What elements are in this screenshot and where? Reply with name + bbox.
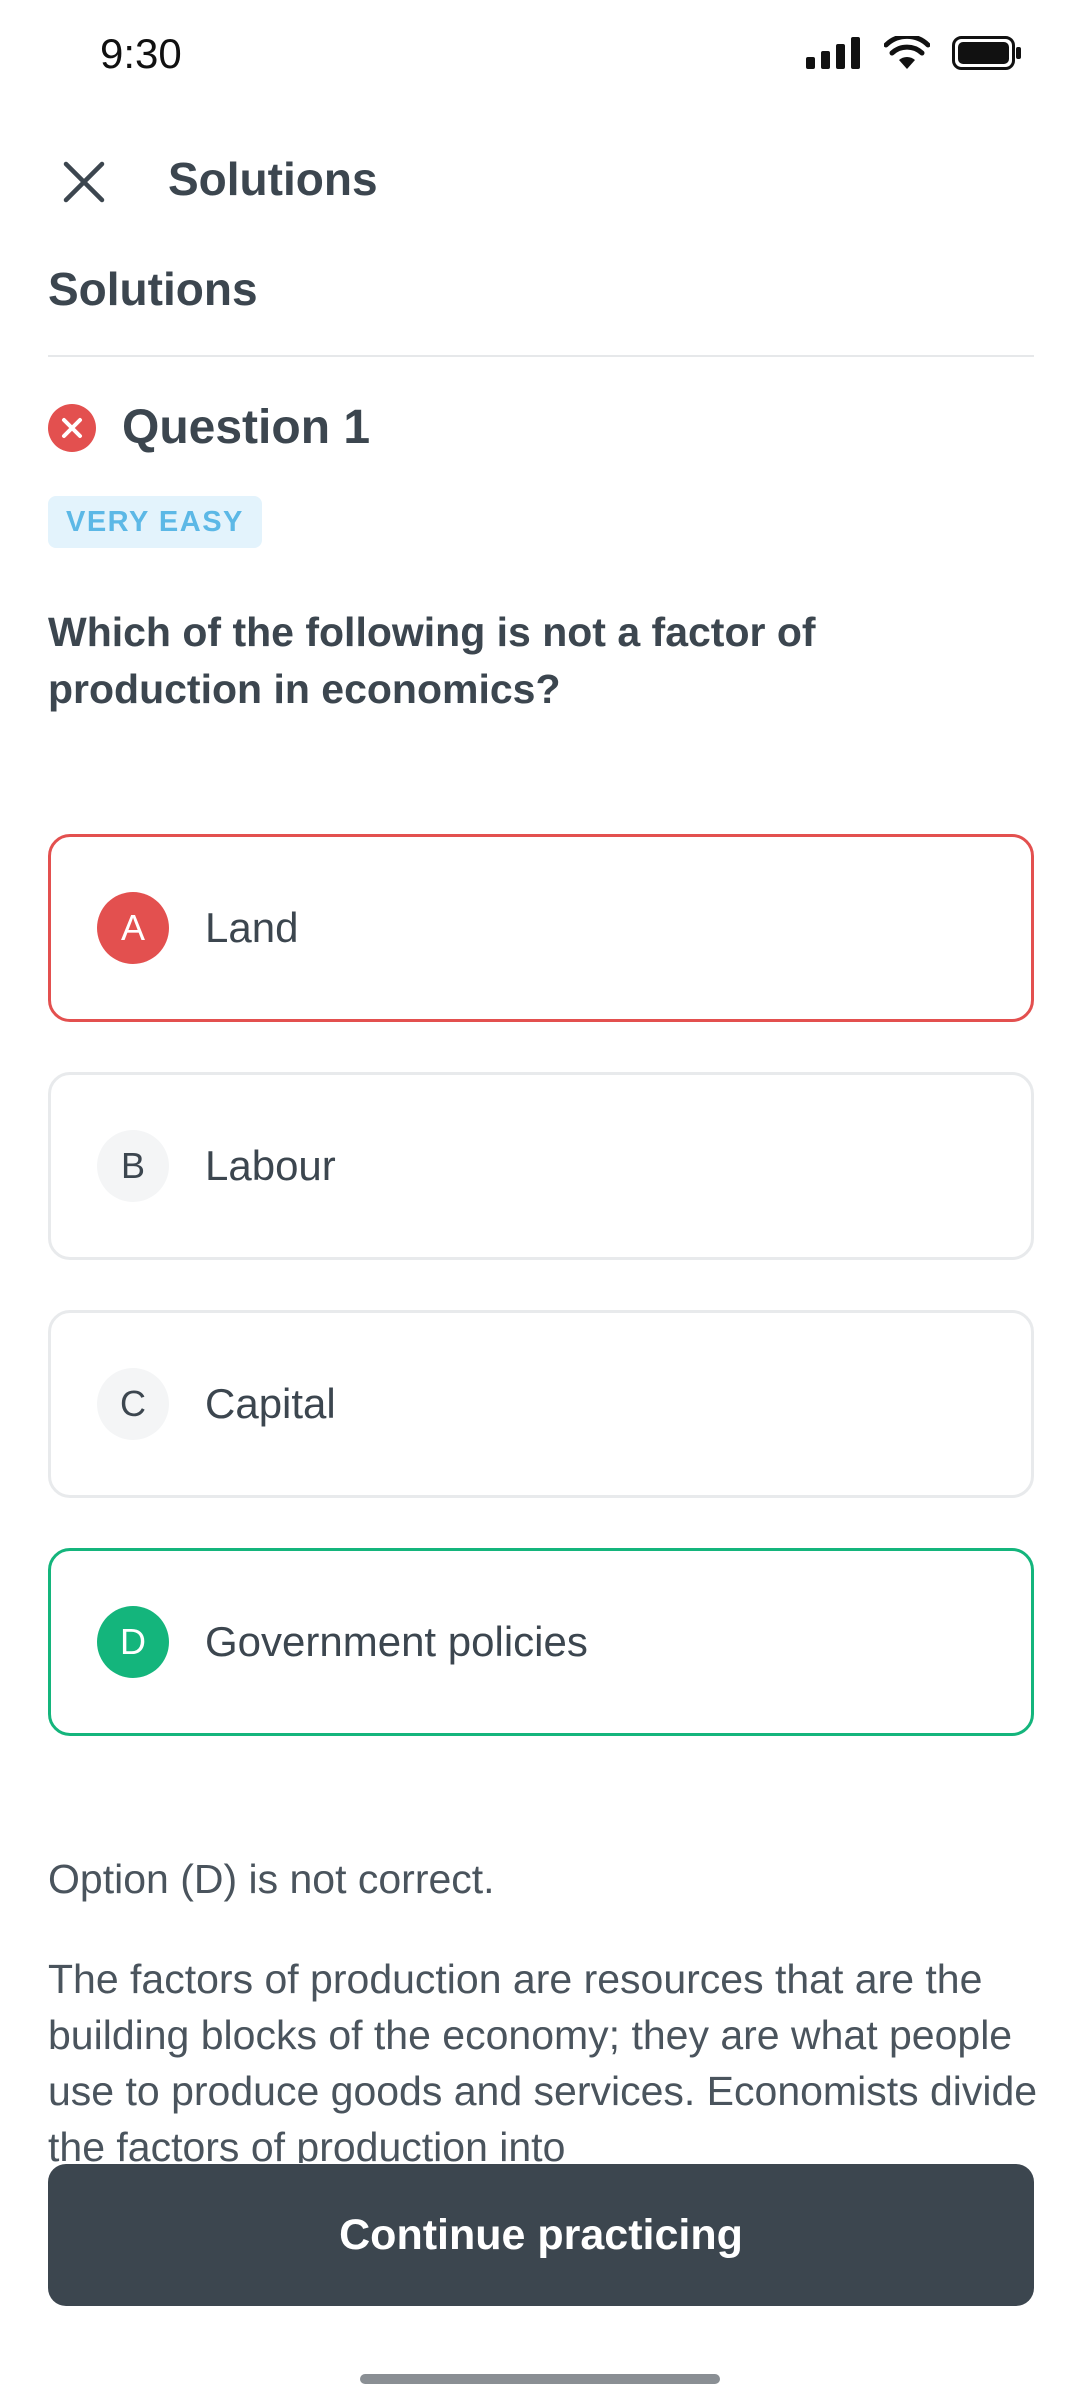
section-title: Solutions [48,263,258,315]
difficulty-badge: VERY EASY [48,496,262,548]
app-header: Solutions [0,140,1080,220]
header-title: Solutions [168,153,378,205]
home-indicator[interactable] [360,2374,720,2384]
divider [48,355,1034,357]
option-label: Land [205,904,299,951]
option-d[interactable]: D Government policies [48,1548,1034,1736]
option-b[interactable]: B Labour [48,1072,1034,1260]
option-label: Labour [205,1142,336,1189]
status-time: 9:30 [100,30,182,77]
close-button[interactable] [48,148,120,220]
signal-icon [806,37,862,74]
question-header: Question 1 [48,400,370,455]
option-letter: B [97,1130,169,1202]
close-icon [62,160,106,209]
battery-icon [952,36,1022,75]
explanation-verdict: Option (D) is not correct. [48,1856,495,1902]
question-number: Question 1 [122,401,371,454]
option-label: Government policies [205,1618,588,1665]
option-letter: A [97,892,169,964]
explanation-body: The factors of production are resources … [48,1956,1038,2163]
continue-practicing-button[interactable]: Continue practicing [48,2164,1034,2306]
option-letter: C [97,1368,169,1440]
option-letter: D [97,1606,169,1678]
status-icons [806,33,1022,75]
question-text: Which of the following is not a factor o… [48,609,816,712]
status-bar: 9:30 [0,0,1080,110]
option-a[interactable]: A Land [48,834,1034,1022]
wifi-icon [883,33,931,75]
option-c[interactable]: C Capital [48,1310,1034,1498]
wrong-answer-icon [48,403,96,452]
option-label: Capital [205,1380,336,1427]
